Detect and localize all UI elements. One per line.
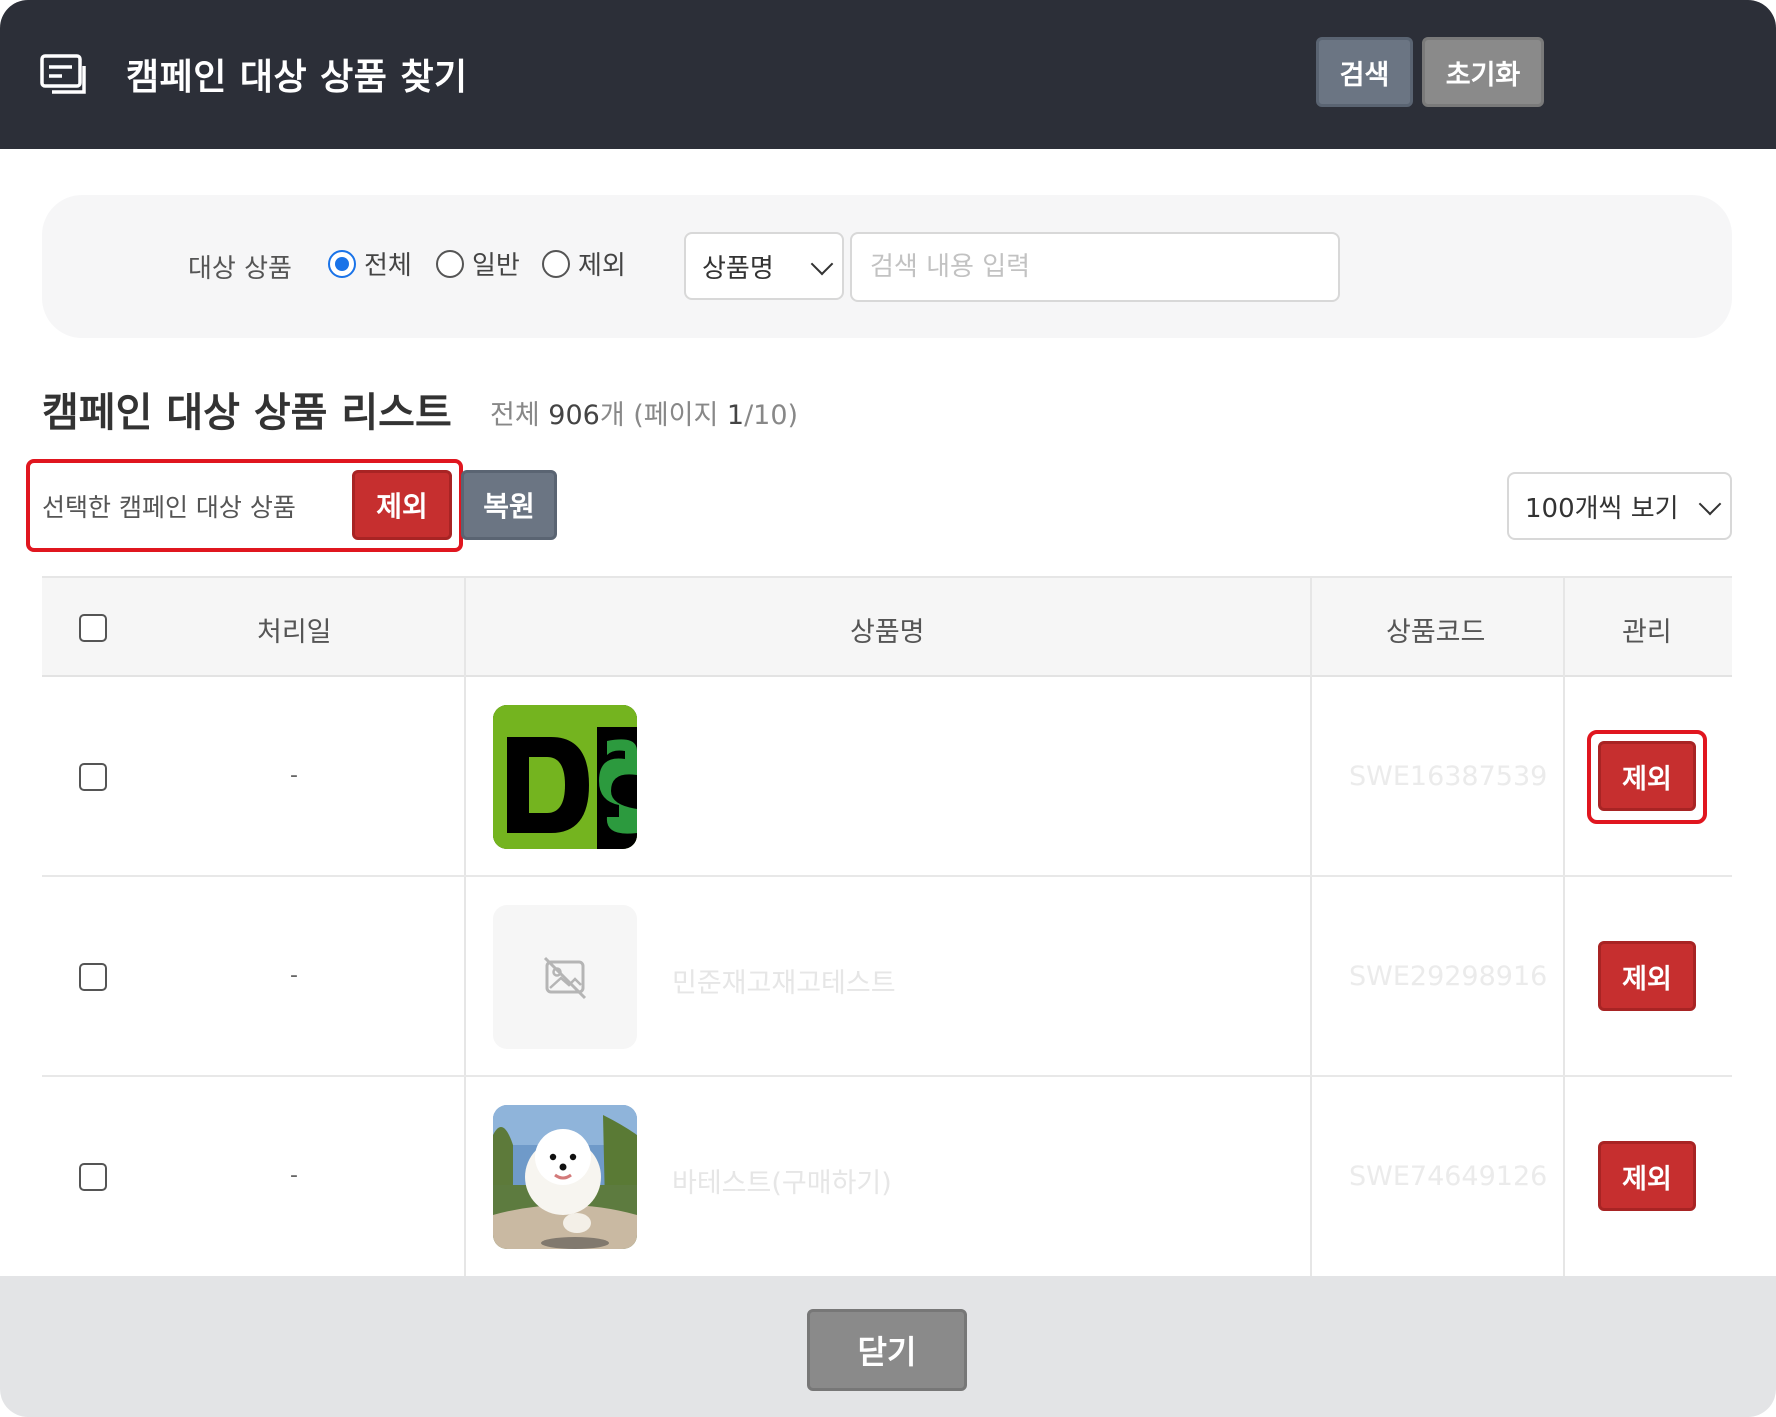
no-image-icon [493,905,637,1049]
row-date: - [290,963,298,988]
row-exclude-button[interactable]: 제외 [1598,941,1696,1011]
col-product-code: 상품코드 [1386,617,1486,648]
reset-button[interactable]: 초기화 [1422,37,1544,107]
radio-excluded-label: 제외 [578,251,626,281]
campaign-product-modal: 캠페인 대상 상품 찾기 대상 상품 전체 일반 제외 상품명 검색 초기화 캠… [0,0,1776,1417]
select-all-checkbox[interactable] [79,614,107,642]
row-checkbox[interactable] [79,963,107,991]
row-exclude-button[interactable]: 제외 [1598,741,1696,811]
col-product-name: 상품명 [850,617,925,648]
bulk-restore-button[interactable]: 복원 [461,470,557,540]
per-page-value: 100개씩 보기 [1525,494,1679,524]
list-title: 캠페인 대상 상품 리스트 [42,390,452,436]
per-page-select[interactable]: 100개씩 보기 [1507,472,1732,540]
row-date: - [290,1163,298,1188]
row-checkbox[interactable] [79,763,107,791]
page-value: 1 [726,400,745,431]
row-exclude-button[interactable]: 제외 [1598,1141,1696,1211]
modal-title: 캠페인 대상 상품 찾기 [126,57,468,98]
message-list-icon [40,54,90,98]
count-value: 906 [548,400,600,431]
col-manage: 관리 [1622,617,1672,648]
list-count: 전체 906개 (페이지 1/10) [490,393,798,432]
radio-all[interactable]: 전체 [328,245,412,282]
search-field-value: 상품명 [702,254,774,284]
row-product-code: SWE29298916 [1349,961,1548,992]
table-header: 처리일 상품명 상품코드 관리 [42,576,1732,677]
radio-normal-circle[interactable] [436,249,464,278]
radio-excluded[interactable]: 제외 [542,245,626,282]
count-mid: 개 (페이지 [599,400,727,431]
search-input[interactable] [850,232,1340,302]
chevron-down-icon [810,252,834,276]
bulk-exclude-button[interactable]: 제외 [352,470,452,540]
table-row: - 민준재고재고테스트 SWE29298916 제외 [42,877,1732,1077]
search-field-select[interactable]: 상품명 [684,232,844,300]
col-date: 처리일 [257,617,332,648]
radio-all-circle[interactable] [328,249,356,278]
page-suffix: /10) [744,400,799,431]
white-dog-photo [493,1105,637,1249]
radio-all-label: 전체 [364,251,412,281]
table-row: - 바테스트(구매하기) SWE74649126 제외 [42,1077,1732,1277]
row-product-code: SWE16387539 [1349,761,1548,792]
row-product-code: SWE74649126 [1349,1161,1548,1192]
search-button[interactable]: 검색 [1316,37,1413,107]
chevron-down-icon [1698,492,1722,516]
row-product-name: 민준재고재고테스트 [672,968,896,999]
radio-excluded-circle[interactable] [542,249,570,278]
close-button[interactable]: 닫기 [807,1309,967,1391]
radio-normal-label: 일반 [472,251,520,281]
target-filter-label: 대상 상품 [188,254,292,284]
selected-items-label: 선택한 캠페인 대상 상품 [42,493,296,522]
row-product-name: 바테스트(구매하기) [672,1168,892,1199]
table-row: - SWE16387539 제외 [42,677,1732,877]
ds-logo-image [493,705,637,849]
filter-panel: 대상 상품 전체 일반 제외 상품명 [42,195,1732,338]
count-prefix: 전체 [490,400,549,431]
radio-normal[interactable]: 일반 [436,245,520,282]
row-date: - [290,763,298,788]
row-checkbox[interactable] [79,1163,107,1191]
